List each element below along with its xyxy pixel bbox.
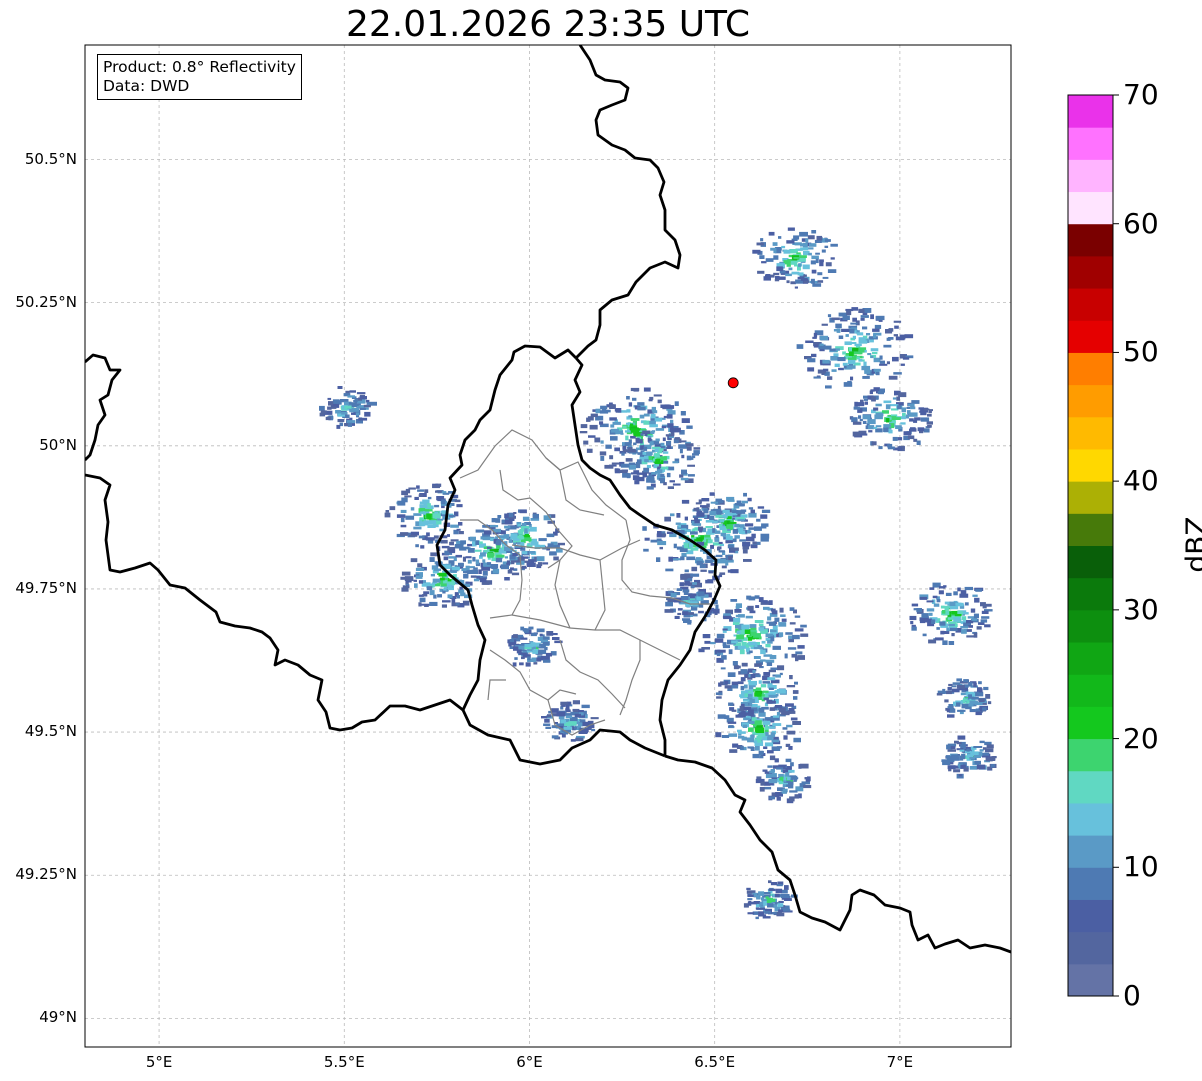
colorbar-tick-label: 20 [1123,721,1159,755]
colorbar-tick-label: 40 [1123,464,1159,498]
colorbar-segment [1068,835,1113,868]
y-tick-label: 49.25°N [15,865,77,884]
colorbar-tick-label: 50 [1123,335,1159,369]
x-tick-label: 5.5°E [323,1053,365,1071]
colorbar-segment [1068,159,1113,193]
data-source-label: Data: DWD [103,77,190,95]
colorbar-segment [1068,963,1113,997]
colorbar-segment [1068,481,1113,514]
colorbar-segment [1068,223,1113,257]
colorbar-segment [1068,674,1113,707]
colorbar-segment [1068,288,1113,321]
colorbar-segment [1068,95,1113,128]
radar-map [84,44,1119,1048]
colorbar-label: dBZ [1179,516,1202,573]
x-tick-label: 6.5°E [694,1053,736,1071]
x-tick-label: 6°E [516,1053,543,1071]
colorbar-segment [1068,416,1113,450]
x-tick-label: 7°E [886,1053,914,1071]
info-box: Product: 0.8° Reflectivity Data: DWD [97,54,302,100]
colorbar-segment [1068,384,1113,418]
y-tick-label: 49.5°N [24,722,77,741]
colorbar-segment [1068,577,1113,611]
colorbar-tick-label: 0 [1123,979,1141,1012]
y-tick-label: 50.5°N [24,149,77,168]
colorbar-segment [1068,770,1113,804]
y-tick-label: 49.75°N [15,578,77,597]
y-tick-label: 49°N [39,1008,77,1027]
product-label: Product: 0.8° Reflectivity [103,58,296,76]
y-tick-label: 50.25°N [15,292,77,311]
colorbar-segment [1068,867,1113,900]
colorbar-segment [1068,802,1113,836]
colorbar-tick-label: 60 [1123,206,1159,240]
colorbar-segment [1068,545,1113,579]
colorbar-segment [1068,320,1113,353]
radar-site-marker [727,377,739,389]
colorbar-segment [1068,899,1113,933]
colorbar-segment [1068,609,1113,643]
colorbar-segment [1068,127,1113,160]
colorbar-segment [1068,513,1113,546]
colorbar-tick-label: 30 [1123,592,1159,626]
colorbar-segment [1068,191,1113,225]
colorbar-segment [1068,448,1113,482]
colorbar-segment [1068,642,1113,675]
x-tick-label: 5°E [145,1053,173,1071]
colorbar-segment [1068,738,1113,772]
colorbar-tick-label: 10 [1123,850,1159,884]
colorbar-segment [1068,706,1113,740]
colorbar-segment [1068,352,1113,386]
colorbar-tick-label: 70 [1123,78,1159,111]
colorbar-segment [1068,931,1113,965]
colorbar-segment [1068,255,1113,289]
y-tick-label: 50°N [39,435,77,454]
colorbar [1067,94,1119,997]
